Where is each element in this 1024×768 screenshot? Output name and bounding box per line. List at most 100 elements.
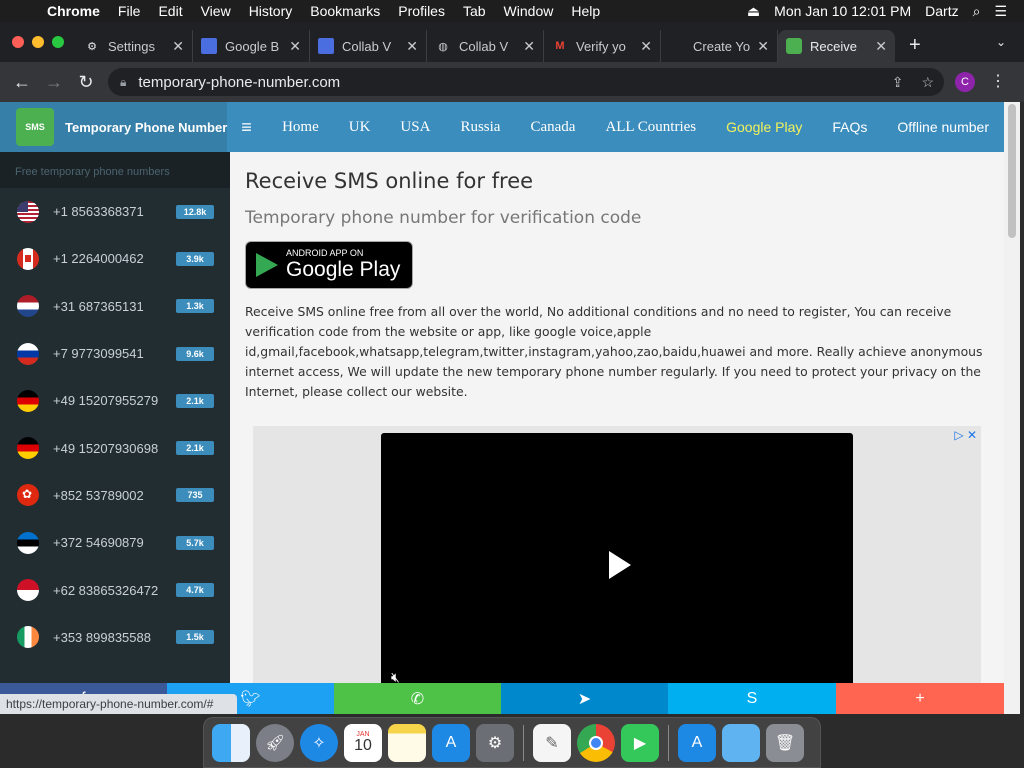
play-icon[interactable]: [609, 551, 631, 579]
scrollbar-thumb[interactable]: [1008, 104, 1016, 238]
menu-history[interactable]: History: [240, 3, 302, 19]
message-count-badge: 9.6k: [176, 346, 214, 361]
tab-collab-2[interactable]: ◍ Collab V ✕: [427, 30, 544, 62]
menu-window[interactable]: Window: [495, 3, 563, 19]
system-preferences-icon[interactable]: ⚙: [476, 723, 514, 762]
menu-help[interactable]: Help: [562, 3, 609, 19]
tab-google-b[interactable]: Google B ✕: [193, 30, 310, 62]
menu-user[interactable]: Dartz: [918, 3, 965, 19]
close-tab-icon[interactable]: ✕: [523, 38, 535, 55]
close-tab-icon[interactable]: ✕: [172, 38, 184, 55]
forward-button[interactable]: →: [38, 72, 70, 93]
play-badge-line2: Google Play: [286, 258, 401, 281]
page-viewport: SMS Temporary Phone Number ≡ Home UK USA…: [0, 102, 1004, 714]
close-window-button[interactable]: [12, 36, 24, 48]
lock-icon[interactable]: 🔒︎: [120, 75, 126, 90]
sidebar-number-item[interactable]: +49 15207955279 2.1k: [0, 377, 230, 424]
reload-button[interactable]: ↻: [70, 72, 102, 93]
trash-icon[interactable]: 🗑︎: [766, 723, 804, 762]
menu-tab[interactable]: Tab: [454, 3, 495, 19]
menu-app-name[interactable]: Chrome: [38, 3, 109, 19]
downloads-folder-icon[interactable]: [722, 723, 760, 762]
hamburger-menu-icon[interactable]: ≡: [241, 117, 267, 138]
close-tab-icon[interactable]: ✕: [757, 38, 769, 55]
menu-view[interactable]: View: [192, 3, 240, 19]
sidebar-number-item[interactable]: +31 687365131 1.3k: [0, 283, 230, 330]
nav-russia[interactable]: Russia: [445, 119, 515, 136]
chrome-icon[interactable]: [577, 723, 615, 762]
bookmark-star-icon[interactable]: ☆: [921, 74, 934, 91]
nav-all-countries[interactable]: ALL Countries: [590, 119, 711, 136]
sidebar-number-item[interactable]: +49 15207930698 2.1k: [0, 424, 230, 471]
sidebar-number-item[interactable]: +1 8563368371 12.8k: [0, 188, 230, 235]
address-bar[interactable]: 🔒︎ temporary-phone-number.com ⇪ ☆: [108, 68, 944, 96]
tab-receive-active[interactable]: Receive ✕: [778, 30, 895, 62]
tab-search-icon[interactable]: ⌄: [996, 35, 1024, 49]
nav-faqs[interactable]: FAQs: [817, 119, 882, 135]
whatsapp-icon[interactable]: ✆: [334, 683, 501, 714]
tab-collab-1[interactable]: Collab V ✕: [310, 30, 427, 62]
new-tab-button[interactable]: +: [895, 34, 935, 57]
nav-google-play[interactable]: Google Play: [711, 119, 817, 135]
page-scrollbar[interactable]: [1004, 102, 1020, 714]
link-status-bar: https://temporary-phone-number.com/#: [0, 694, 237, 714]
page-title: Receive SMS online for free: [245, 169, 534, 193]
zoom-window-button[interactable]: [52, 36, 64, 48]
menu-bookmarks[interactable]: Bookmarks: [301, 3, 389, 19]
nav-usa[interactable]: USA: [385, 119, 445, 136]
notes-icon[interactable]: [388, 723, 426, 762]
telegram-icon[interactable]: ➤: [501, 683, 668, 714]
app-store-icon[interactable]: A: [432, 723, 470, 762]
tab-create[interactable]: Create Yo ✕: [661, 30, 778, 62]
ad-video-player[interactable]: 🔇︎: [381, 433, 853, 714]
close-tab-icon[interactable]: ✕: [875, 38, 887, 55]
sidebar-number-item[interactable]: +353 899835588 1.5k: [0, 614, 230, 661]
control-center-icon[interactable]: ☰: [987, 3, 1014, 20]
chrome-menu-icon[interactable]: ⋮: [990, 71, 1006, 91]
calendar-icon[interactable]: JAN 10: [344, 723, 382, 762]
textedit-icon[interactable]: ✎: [533, 723, 571, 762]
app-store-icon[interactable]: A: [678, 723, 716, 762]
apple-icon: [669, 38, 685, 54]
minimize-window-button[interactable]: [32, 36, 44, 48]
tab-verify[interactable]: M Verify yo ✕: [544, 30, 661, 62]
close-tab-icon[interactable]: ✕: [289, 38, 301, 55]
sidebar-number-item[interactable]: +62 83865326472 4.7k: [0, 566, 230, 613]
close-tab-icon[interactable]: ✕: [640, 38, 652, 55]
message-count-badge: 3.9k: [176, 251, 214, 266]
nav-offline-number[interactable]: Offline number: [882, 119, 1004, 135]
plus-icon[interactable]: +: [836, 683, 1004, 714]
menu-clock[interactable]: Mon Jan 10 12:01 PM: [767, 3, 918, 19]
google-classroom-icon: [201, 38, 217, 54]
sidebar-number-item[interactable]: +372 54690879 5.7k: [0, 519, 230, 566]
launchpad-icon[interactable]: 🚀︎: [256, 723, 294, 762]
us-flag-icon: [17, 200, 39, 223]
dock-separator: [523, 724, 524, 761]
sms-logo-icon: SMS: [16, 108, 54, 146]
menu-edit[interactable]: Edit: [149, 3, 191, 19]
main-nav: Home UK USA Russia Canada ALL Countries: [267, 119, 711, 136]
finder-icon[interactable]: [212, 723, 250, 762]
site-brand[interactable]: SMS Temporary Phone Number: [0, 102, 228, 152]
spotlight-search-icon[interactable]: ⌕: [966, 3, 988, 20]
facetime-icon[interactable]: ▶: [621, 723, 659, 762]
sidebar-number-item[interactable]: +852 53789002 735: [0, 472, 230, 519]
tab-settings[interactable]: ⚙ Settings ✕: [76, 30, 193, 62]
sidebar-number-item[interactable]: +1 2264000462 3.9k: [0, 235, 230, 282]
close-tab-icon[interactable]: ✕: [406, 38, 418, 55]
nav-canada[interactable]: Canada: [515, 119, 590, 136]
profile-avatar[interactable]: C: [955, 72, 975, 92]
menu-profiles[interactable]: Profiles: [389, 3, 454, 19]
nav-uk[interactable]: UK: [334, 119, 386, 136]
safari-icon[interactable]: ✧: [300, 723, 338, 762]
gmail-icon: M: [555, 40, 565, 52]
google-play-badge[interactable]: ANDROID APP ON Google Play: [245, 241, 413, 289]
back-button[interactable]: ←: [6, 72, 38, 93]
nav-home[interactable]: Home: [267, 119, 334, 136]
skype-icon[interactable]: S: [668, 683, 836, 714]
ad-choices-icon[interactable]: ▷ ✕: [954, 428, 977, 442]
menu-file[interactable]: File: [109, 3, 150, 19]
share-icon[interactable]: ⇪: [892, 74, 904, 91]
eject-icon[interactable]: ⏏: [740, 3, 767, 20]
sidebar-number-item[interactable]: +7 9773099541 9.6k: [0, 330, 230, 377]
